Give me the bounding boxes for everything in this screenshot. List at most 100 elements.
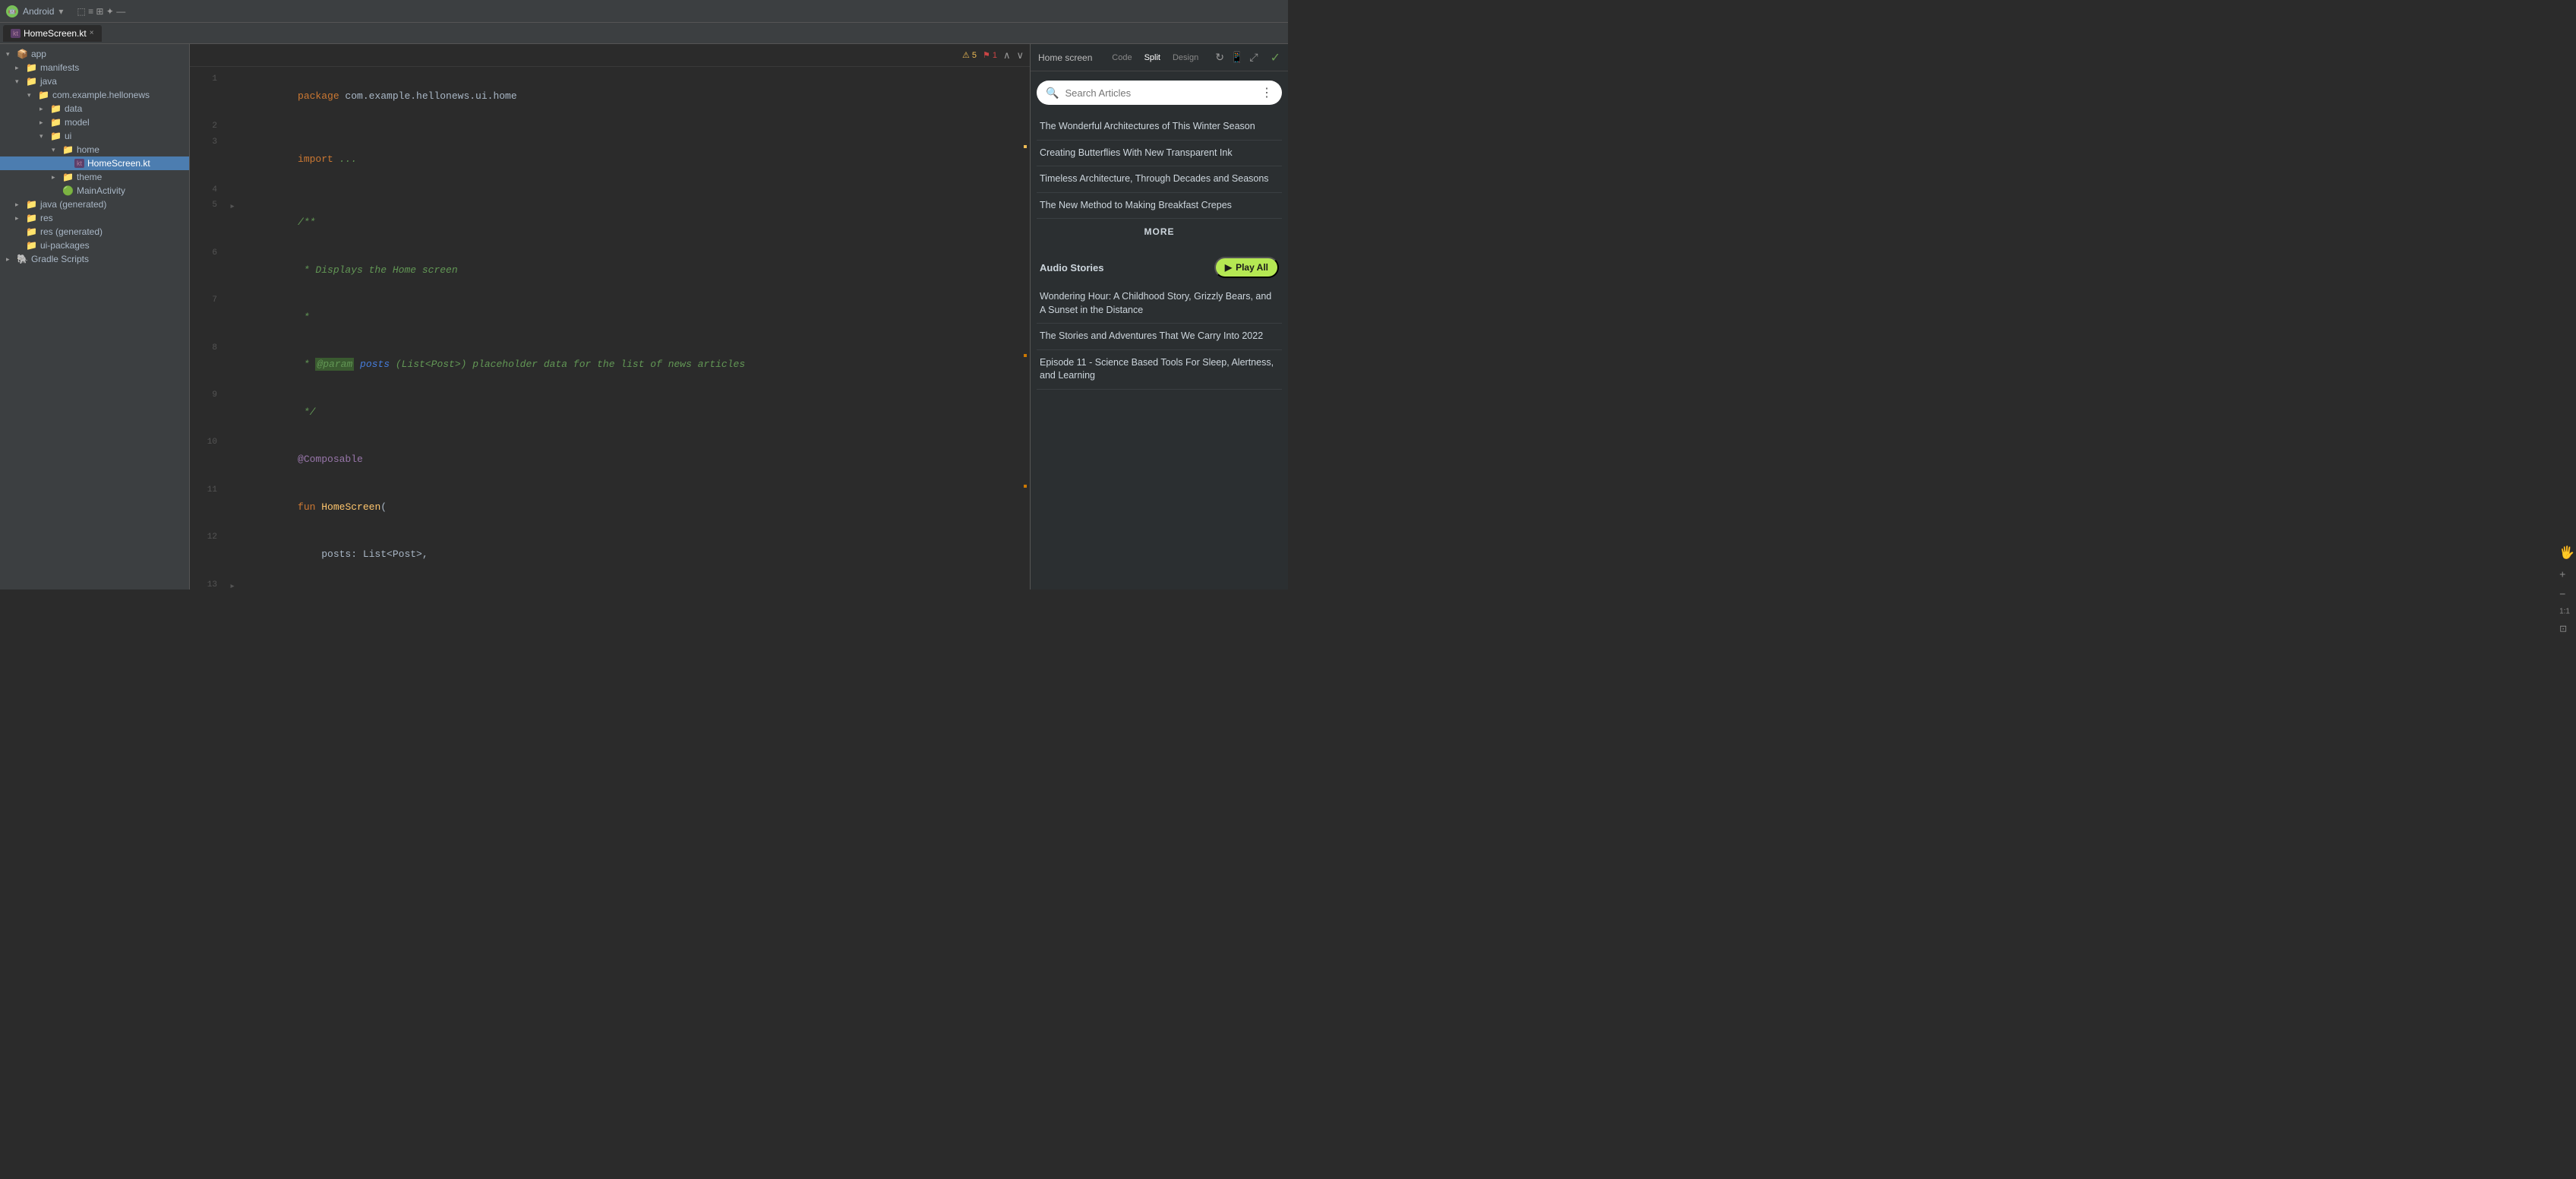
code-text: @Composable xyxy=(238,436,1024,483)
sidebar-item-label: app xyxy=(31,49,46,59)
keyword: import xyxy=(298,153,333,165)
module-icon: 📦 xyxy=(17,49,28,59)
line-number: 10 xyxy=(196,436,226,450)
main-icon: 🟢 xyxy=(62,185,74,196)
sidebar-item-java-generated[interactable]: ▸ 📁 java (generated) xyxy=(0,198,189,211)
sidebar-item-ui-packages[interactable]: 📁 ui-packages xyxy=(0,239,189,252)
sidebar-item-label: MainActivity xyxy=(77,185,125,196)
chevron-icon: ▸ xyxy=(15,214,23,223)
warning-count: 5 xyxy=(972,51,977,60)
search-input[interactable] xyxy=(1065,87,1255,99)
play-all-button[interactable]: ▶ Play All xyxy=(1214,257,1279,278)
line-number: 5 xyxy=(196,199,226,213)
dropdown-arrow[interactable]: ▾ xyxy=(58,6,63,17)
capture-icon[interactable]: ⊡ xyxy=(2559,624,2574,634)
article-item[interactable]: The Wonderful Architectures of This Wint… xyxy=(1037,114,1282,141)
line-number: 3 xyxy=(196,136,226,150)
code-segment: @Composable xyxy=(298,454,363,465)
article-item[interactable]: The New Method to Making Breakfast Crepe… xyxy=(1037,193,1282,220)
chevron-icon xyxy=(64,160,71,167)
audio-story-item[interactable]: The Stories and Adventures That We Carry… xyxy=(1037,324,1282,350)
sidebar-item-java[interactable]: ▾ 📁 java xyxy=(0,74,189,88)
search-box: 🔍 ⋮ xyxy=(1037,81,1282,105)
hand-tool-icon[interactable]: 🖐 xyxy=(2559,545,2574,561)
scroll-indicator xyxy=(1024,145,1027,148)
device-icon[interactable]: 📱 xyxy=(1230,51,1243,64)
folder-icon: 📁 xyxy=(26,213,37,223)
code-segment: /** xyxy=(298,217,315,228)
up-arrow-icon[interactable]: ∧ xyxy=(1003,49,1011,62)
code-text: posts: List<Post>, xyxy=(238,531,1024,578)
sidebar-item-label: ui xyxy=(65,131,71,141)
search-options-icon[interactable]: ⋮ xyxy=(1261,85,1273,100)
article-item[interactable]: Creating Butterflies With New Transparen… xyxy=(1037,141,1282,167)
article-item[interactable]: Timeless Architecture, Through Decades a… xyxy=(1037,166,1282,193)
zoom-out-icon[interactable]: − xyxy=(2559,588,2574,600)
sidebar-item-mainactivity[interactable]: 🟢 MainActivity xyxy=(0,184,189,198)
sidebar-item-gradle-scripts[interactable]: ▸ 🐘 Gradle Scripts xyxy=(0,252,189,266)
sidebar-item-res[interactable]: ▸ 📁 res xyxy=(0,211,189,225)
sidebar-item-label: Gradle Scripts xyxy=(31,254,89,264)
code-editor: ⚠ 5 ⚑ 1 ∧ ∨ 1 package com.example.hellon… xyxy=(190,44,1030,590)
line-number: 6 xyxy=(196,247,226,261)
sidebar-item-model[interactable]: ▸ 📁 model xyxy=(0,115,189,129)
code-line: 3 import ... xyxy=(190,136,1030,183)
sidebar-item-manifests[interactable]: ▸ 📁 manifests xyxy=(0,61,189,74)
chevron-icon: ▸ xyxy=(15,201,23,209)
chevron-icon: ▸ xyxy=(39,119,47,127)
sidebar-item-label: theme xyxy=(77,172,102,182)
line-number: 11 xyxy=(196,484,226,498)
chevron-icon: ▸ xyxy=(6,255,14,264)
sidebar-item-label: data xyxy=(65,103,82,114)
code-segment: * xyxy=(298,311,310,323)
code-line: 12 posts: List<Post>, xyxy=(190,531,1030,578)
code-text: /** xyxy=(238,199,1024,246)
code-container[interactable]: 1 package com.example.hellonews.ui.home … xyxy=(190,67,1030,590)
expand-icon[interactable]: ⤢ xyxy=(1249,51,1258,64)
sidebar-item-package[interactable]: ▾ 📁 com.example.hellonews xyxy=(0,88,189,102)
sidebar-item-label: res xyxy=(40,213,53,223)
line-number: 7 xyxy=(196,294,226,308)
sync-icon[interactable]: ↻ xyxy=(1215,51,1224,64)
zoom-in-icon[interactable]: + xyxy=(2559,568,2574,580)
folder-icon: 📁 xyxy=(26,62,37,73)
split-mode-button[interactable]: Split xyxy=(1140,52,1165,64)
play-icon: ▶ xyxy=(1225,262,1232,273)
code-segment: ( xyxy=(380,501,387,513)
tab-homescreen[interactable]: kt HomeScreen.kt × xyxy=(3,25,102,42)
code-segment: posts: List<Post>, xyxy=(298,548,428,560)
scroll-indicator xyxy=(1024,354,1027,357)
tab-label: HomeScreen.kt xyxy=(24,28,87,39)
code-line: 11 fun HomeScreen( xyxy=(190,484,1030,531)
tab-kt-icon: kt xyxy=(11,29,21,38)
code-line: 4 xyxy=(190,184,1030,200)
line-number: 8 xyxy=(196,342,226,356)
down-arrow-icon[interactable]: ∨ xyxy=(1016,49,1024,62)
sidebar-item-ui[interactable]: ▾ 📁 ui xyxy=(0,129,189,143)
fit-icon[interactable]: 1:1 xyxy=(2559,608,2574,616)
chevron-icon xyxy=(52,187,59,194)
code-line: 6 * Displays the Home screen xyxy=(190,247,1030,294)
code-line: 10 @Composable xyxy=(190,436,1030,483)
code-line: 1 package com.example.hellonews.ui.home xyxy=(190,73,1030,120)
code-segment: (List<Post>) placeholder data for the li… xyxy=(390,359,745,370)
design-mode-button[interactable]: Design xyxy=(1168,52,1203,64)
audio-story-title: The Stories and Adventures That We Carry… xyxy=(1040,330,1263,341)
audio-story-item[interactable]: Episode 11 - Science Based Tools For Sle… xyxy=(1037,350,1282,390)
more-button[interactable]: MORE xyxy=(1037,219,1282,245)
folder-icon: 📁 xyxy=(62,172,74,182)
sidebar-item-theme[interactable]: ▸ 📁 theme xyxy=(0,170,189,184)
code-mode-button[interactable]: Code xyxy=(1107,52,1136,64)
audio-story-title: Episode 11 - Science Based Tools For Sle… xyxy=(1040,357,1274,381)
main-layout: ▾ 📦 app ▸ 📁 manifests ▾ 📁 java ▾ 📁 com.e… xyxy=(0,44,1288,590)
title-bar: 🤖 Android ▾ ⬚ ≡ ⊞ ✦ — xyxy=(0,0,1288,23)
code-segment: @param xyxy=(315,358,354,371)
keyword: fun xyxy=(298,501,315,513)
sidebar-item-homescreen-kt[interactable]: kt HomeScreen.kt xyxy=(0,156,189,170)
sidebar-item-res-generated[interactable]: 📁 res (generated) xyxy=(0,225,189,239)
sidebar-item-home[interactable]: ▾ 📁 home xyxy=(0,143,189,156)
sidebar-item-data[interactable]: ▸ 📁 data xyxy=(0,102,189,115)
tab-close-button[interactable]: × xyxy=(90,29,94,37)
audio-story-item[interactable]: Wondering Hour: A Childhood Story, Grizz… xyxy=(1037,284,1282,324)
sidebar-item-app[interactable]: ▾ 📦 app xyxy=(0,47,189,61)
